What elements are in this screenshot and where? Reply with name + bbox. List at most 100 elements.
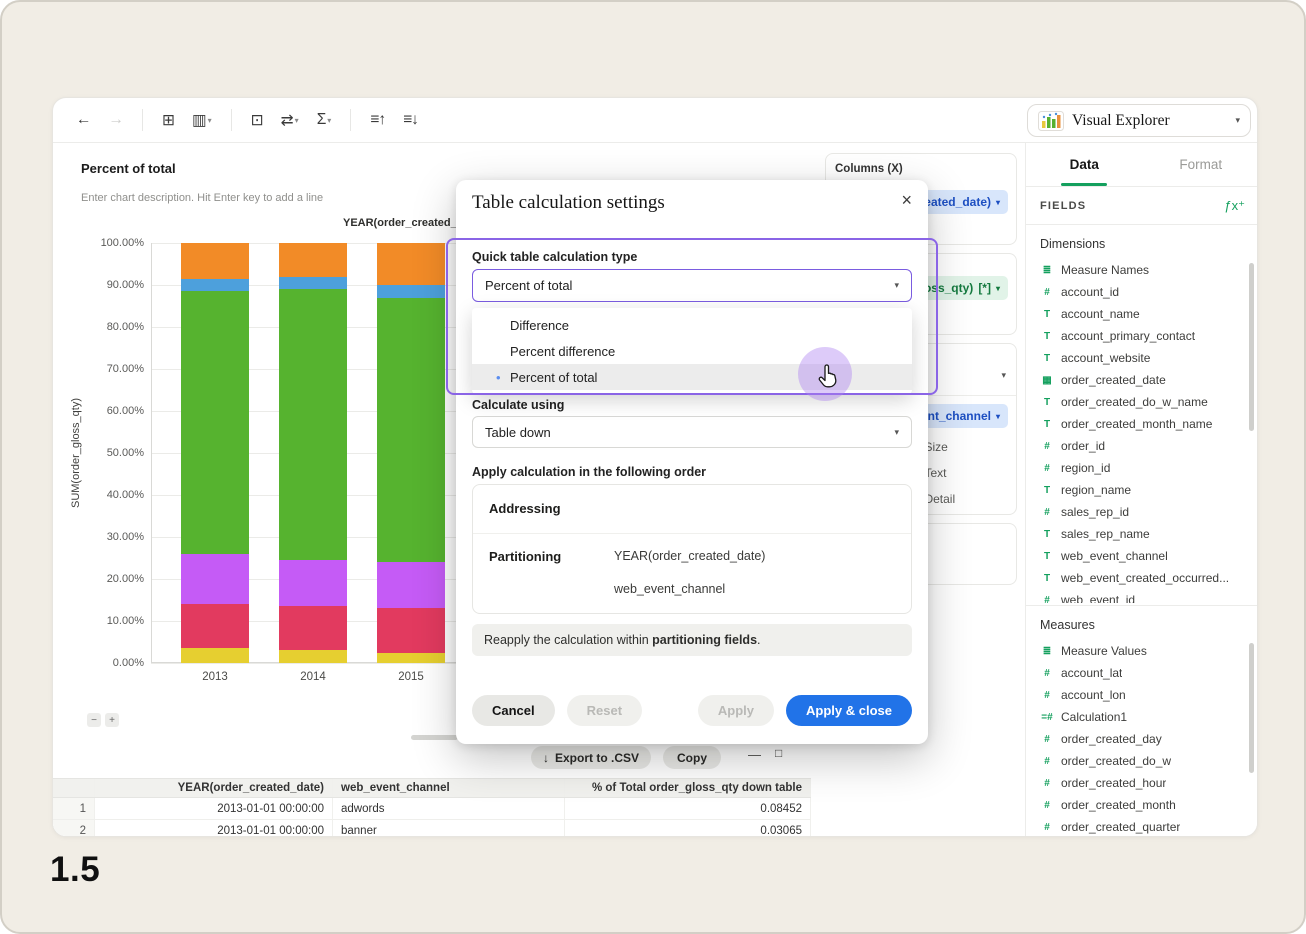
back-arrow-icon[interactable]: ←	[76, 111, 91, 129]
quick-calc-type-select[interactable]: Percent of total ▾	[472, 269, 912, 302]
field-item[interactable]: Tweb_event_channel	[1026, 545, 1258, 567]
maximize-icon[interactable]: □	[775, 746, 782, 760]
field-item[interactable]: #account_lon	[1026, 684, 1258, 706]
dropdown-option[interactable]: Difference	[472, 312, 912, 338]
field-item[interactable]: Taccount_website	[1026, 347, 1258, 369]
sort-descending-icon[interactable]: ≡↓	[403, 111, 418, 129]
zoom-in-button[interactable]: +	[105, 713, 119, 727]
field-item[interactable]: ▦order_created_date	[1026, 369, 1258, 391]
version-label: 1.5	[50, 850, 100, 890]
sidebar-tabs: Data Format	[1026, 143, 1258, 187]
field-item[interactable]: ≣Measure Values	[1026, 640, 1258, 662]
note-prefix: Reapply the calculation within	[484, 633, 652, 647]
field-item[interactable]: ≣Measure Names	[1026, 259, 1258, 281]
duplicate-chart-icon[interactable]: ⊞	[162, 111, 174, 130]
bar-segment-red	[279, 606, 347, 650]
field-item[interactable]: Taccount_name	[1026, 303, 1258, 325]
field-item[interactable]: #order_created_do_w	[1026, 750, 1258, 772]
fields-header-row: FIELDS ƒx⁺	[1026, 187, 1258, 225]
field-item-label: web_event_id	[1061, 593, 1135, 603]
field-item[interactable]: Tsales_rep_name	[1026, 523, 1258, 545]
cancel-button[interactable]: Cancel	[472, 695, 555, 726]
apply-close-button[interactable]: Apply & close	[786, 695, 912, 726]
field-item-label: account_website	[1061, 351, 1150, 365]
field-item-label: sales_rep_name	[1061, 527, 1150, 541]
field-item-label: account_primary_contact	[1061, 329, 1195, 343]
field-item[interactable]: Tregion_name	[1026, 479, 1258, 501]
field-item[interactable]: Torder_created_do_w_name	[1026, 391, 1258, 413]
dropdown-option[interactable]: •Percent of total	[472, 364, 912, 390]
field-item[interactable]: #order_id	[1026, 435, 1258, 457]
visual-explorer-switcher[interactable]: Visual Explorer ▾	[1027, 104, 1251, 137]
field-item[interactable]: #order_created_month	[1026, 794, 1258, 816]
reset-button[interactable]: Reset	[567, 695, 642, 726]
table-header-row: YEAR(order_created_date)web_event_channe…	[53, 778, 811, 798]
field-item[interactable]: #web_event_id	[1026, 589, 1258, 603]
horizontal-scrollbar[interactable]	[411, 735, 458, 740]
chevron-down-icon: ▾	[996, 412, 1000, 421]
sort-ascending-icon[interactable]: ≡↑	[370, 111, 385, 129]
field-item[interactable]: #sales_rep_id	[1026, 501, 1258, 523]
field-item[interactable]: Torder_created_month_name	[1026, 413, 1258, 435]
text-icon: T	[1040, 397, 1054, 408]
dimensions-scrollbar[interactable]	[1249, 263, 1254, 431]
field-item-label: order_created_hour	[1061, 776, 1166, 790]
export-csv-button[interactable]: ↓ Export to .CSV	[531, 746, 651, 769]
field-item[interactable]: =#Calculation1	[1026, 706, 1258, 728]
calculation-order-box: Addressing Partitioning YEAR(order_creat…	[472, 484, 912, 614]
zoom-out-button[interactable]: −	[87, 713, 101, 727]
reapply-note: Reapply the calculation within partition…	[472, 624, 912, 656]
text-icon: T	[1040, 419, 1054, 430]
calculate-using-value: Table down	[485, 425, 551, 440]
field-item[interactable]: #order_created_quarter	[1026, 816, 1258, 837]
add-calculation-fx-icon[interactable]: ƒx⁺	[1224, 198, 1245, 214]
chart-description-placeholder[interactable]: Enter chart description. Hit Enter key t…	[81, 192, 323, 204]
rows-pill-badge: [*]	[978, 281, 991, 295]
apply-button[interactable]: Apply	[698, 695, 774, 726]
swap-axes-icon-glyph: ⇄	[281, 111, 293, 130]
y-axis-tick: 40.00%	[74, 489, 144, 501]
chart-options-icon[interactable]: ▥▾	[192, 111, 212, 130]
duplicate-chart-icon-glyph: ⊞	[162, 111, 174, 130]
field-item-label: region_id	[1061, 461, 1110, 475]
close-icon[interactable]: ×	[901, 190, 912, 211]
number-icon: #	[1040, 668, 1054, 679]
field-item-label: account_lon	[1061, 688, 1126, 702]
table-row: 22013-01-01 00:00:00banner0.03065	[53, 820, 811, 837]
dropdown-option[interactable]: Percent difference	[472, 338, 912, 364]
table-cell: banner	[333, 820, 565, 837]
minimize-icon[interactable]: —	[748, 747, 761, 762]
calculate-using-select[interactable]: Table down ▾	[472, 416, 912, 448]
field-item[interactable]: #order_created_day	[1026, 728, 1258, 750]
field-item[interactable]: #account_lat	[1026, 662, 1258, 684]
bar-segment-green	[279, 289, 347, 560]
field-item[interactable]: #region_id	[1026, 457, 1258, 479]
swap-axes-icon[interactable]: ⇄▾	[281, 111, 299, 130]
field-item[interactable]: #order_created_hour	[1026, 772, 1258, 794]
tab-data[interactable]: Data	[1026, 143, 1143, 186]
fields-header: FIELDS	[1040, 200, 1086, 212]
quick-calc-type-value: Percent of total	[485, 278, 572, 293]
measure-values-icon: ≣	[1040, 646, 1054, 657]
measures-scrollbar[interactable]	[1249, 643, 1254, 773]
divider	[473, 533, 911, 534]
bar-segment-orange	[279, 243, 347, 277]
copy-button[interactable]: Copy	[663, 746, 721, 769]
dimensions-list: ≣Measure Names#account_idTaccount_nameTa…	[1026, 259, 1258, 603]
table-calculation-settings-modal: Table calculation settings × Quick table…	[456, 180, 928, 744]
forward-arrow-icon[interactable]: →	[109, 111, 124, 129]
field-item[interactable]: Tweb_event_created_occurred...	[1026, 567, 1258, 589]
aggregate-sigma-icon[interactable]: Σ▾	[317, 111, 332, 129]
crop-icon[interactable]: ⊡	[251, 111, 263, 130]
tab-format[interactable]: Format	[1143, 143, 1259, 186]
field-item[interactable]: #account_id	[1026, 281, 1258, 303]
chart-options-icon-glyph: ▥	[192, 111, 206, 130]
y-axis-tick: 100.00%	[74, 237, 144, 249]
field-item[interactable]: Taccount_primary_contact	[1026, 325, 1258, 347]
y-axis-tick: 10.00%	[74, 615, 144, 627]
toolbar: ← → ⊞ ▥▾ ⊡ ⇄▾ Σ▾ ≡↑ ≡↓ Visual Explorer ▾	[53, 98, 1257, 143]
x-axis-label: 2014	[279, 671, 347, 683]
quick-calc-type-label: Quick table calculation type	[472, 250, 637, 264]
chevron-down-icon: ▾	[996, 284, 1000, 293]
dimensions-label: Dimensions	[1026, 225, 1258, 259]
